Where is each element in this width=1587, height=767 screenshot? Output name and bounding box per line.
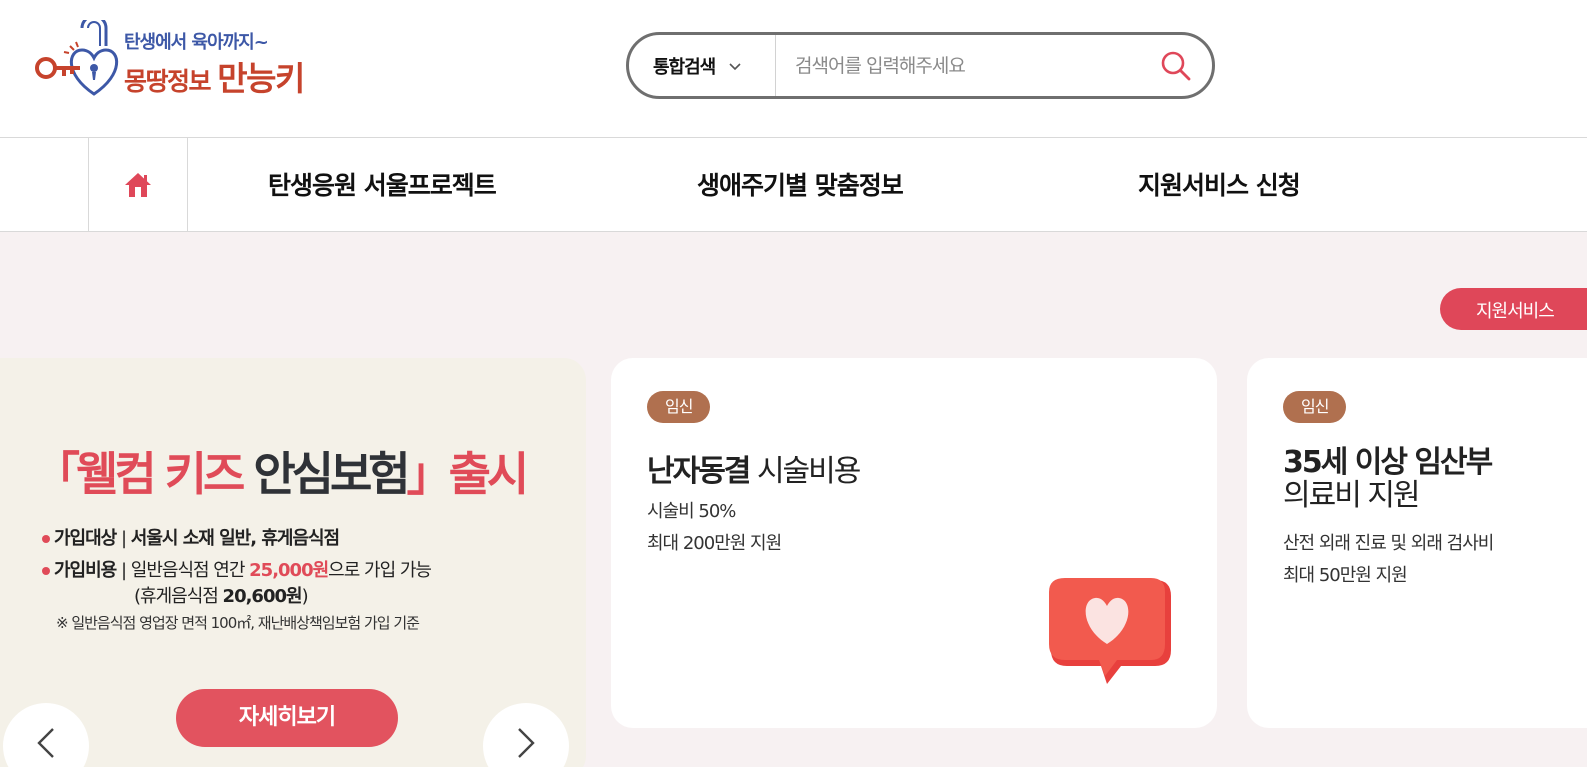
- category-tag: 임신: [1283, 391, 1347, 423]
- cost-amount: 25,000원: [249, 560, 329, 581]
- cost-label: 가입비용: [54, 560, 117, 581]
- card-title-bold: 35세 이상 임산부: [1283, 445, 1493, 480]
- card-title-rest: 시술비용: [749, 454, 861, 489]
- site-logo[interactable]: 탄생에서 육아까지~ 몽땅정보 만능키: [34, 20, 324, 102]
- cost-sub-amount: 20,600원: [222, 586, 303, 607]
- cost-post: 으로 가입 가능: [328, 560, 432, 581]
- cost-sub-pre: (휴게음식점: [134, 586, 223, 607]
- banner-note: ※ 일반음식점 영업장 면적 100㎡, 재난배상책임보험 가입 기준: [56, 614, 420, 632]
- logo-tagline: 탄생에서 육아까지~: [124, 32, 269, 53]
- nav-home-button[interactable]: [88, 138, 188, 231]
- service-card-egg-freezing[interactable]: 임신 난자동결 시술비용 시술비 50% 최대 200만원 지원: [611, 358, 1217, 728]
- eligibility-text: 서울시 소재 일반, 휴게음식점: [130, 528, 340, 549]
- card-detail-2: 최대 50만원 지원: [1283, 565, 1408, 586]
- banner-cost: 가입비용 | 일반음식점 연간 25,000원으로 가입 가능: [42, 556, 432, 582]
- nav-item-service-apply[interactable]: 지원서비스 신청: [1138, 166, 1301, 202]
- card-detail-2: 최대 200만원 지원: [647, 533, 782, 554]
- heart-speech-bubble-icon: [1049, 578, 1171, 684]
- eligibility-label: 가입대상: [54, 528, 117, 549]
- banner-title-open: 「웰컴 키즈: [34, 447, 254, 501]
- logo-title-b: 만능키: [217, 59, 305, 98]
- category-tag: 임신: [647, 391, 711, 423]
- service-card-pregnant-35[interactable]: 임신 35세 이상 임산부 의료비 지원 산전 외래 진료 및 외래 검사비 최대…: [1247, 358, 1587, 728]
- card-title: 35세 이상 임산부 의료비 지원: [1283, 445, 1493, 513]
- nav-item-birth-project[interactable]: 탄생응원 서울프로젝트: [268, 166, 497, 202]
- banner-eligibility: 가입대상 | 서울시 소재 일반, 휴게음식점: [42, 524, 340, 550]
- search-bar: 통합검색: [626, 32, 1215, 99]
- main-nav: 탄생응원 서울프로젝트 생애주기별 맞춤정보 지원서비스 신청: [0, 138, 1587, 232]
- logo-title: 몽땅정보 만능키: [124, 52, 305, 100]
- search-input[interactable]: [779, 43, 1149, 88]
- banner-next-button[interactable]: [483, 703, 569, 767]
- bullet-dot: [42, 567, 50, 575]
- search-scope-label: 통합검색: [653, 56, 716, 78]
- banner-title-mid: 안심보험: [253, 447, 410, 501]
- cost-pre: 일반음식점 연간: [130, 560, 250, 581]
- search-scope-select[interactable]: 통합검색: [629, 35, 776, 96]
- chevron-left-icon: [37, 728, 54, 758]
- home-icon: [125, 172, 151, 197]
- cost-sub-post: ): [301, 586, 309, 607]
- support-service-pill[interactable]: 지원서비스: [1440, 288, 1587, 330]
- banner-title: 「웰컴 키즈 안심보험」출시: [34, 438, 530, 504]
- card-detail-1: 시술비 50%: [647, 501, 736, 522]
- logo-title-a: 몽땅정보: [124, 67, 218, 96]
- card-detail-1: 산전 외래 진료 및 외래 검사비: [1283, 533, 1494, 554]
- banner-title-close: 」출시: [406, 447, 530, 501]
- site-header: 탄생에서 육아까지~ 몽땅정보 만능키 통합검색: [0, 0, 1587, 138]
- banner-cost-sub: (휴게음식점 20,600원): [134, 582, 309, 608]
- main-content: 지원서비스 「웰컴 키즈 안심보험」출시 가입대상 | 서울시 소재 일반, 휴…: [0, 232, 1587, 767]
- nav-item-lifecycle-info[interactable]: 생애주기별 맞춤정보: [697, 166, 904, 202]
- banner-prev-button[interactable]: [3, 703, 89, 767]
- key-heart-logo-icon: [35, 20, 119, 96]
- chevron-right-icon: [518, 728, 535, 758]
- search-icon[interactable]: [1159, 49, 1193, 83]
- card-title-rest: 의료비 지원: [1283, 478, 1421, 513]
- bullet-dot: [42, 535, 50, 543]
- promo-banner[interactable]: 「웰컴 키즈 안심보험」출시 가입대상 | 서울시 소재 일반, 휴게음식점 가…: [0, 358, 586, 767]
- card-title-bold: 난자동결: [647, 454, 751, 489]
- card-title: 난자동결 시술비용: [647, 446, 861, 490]
- chevron-down-icon: [729, 62, 741, 70]
- banner-detail-button[interactable]: 자세히보기: [176, 689, 398, 747]
